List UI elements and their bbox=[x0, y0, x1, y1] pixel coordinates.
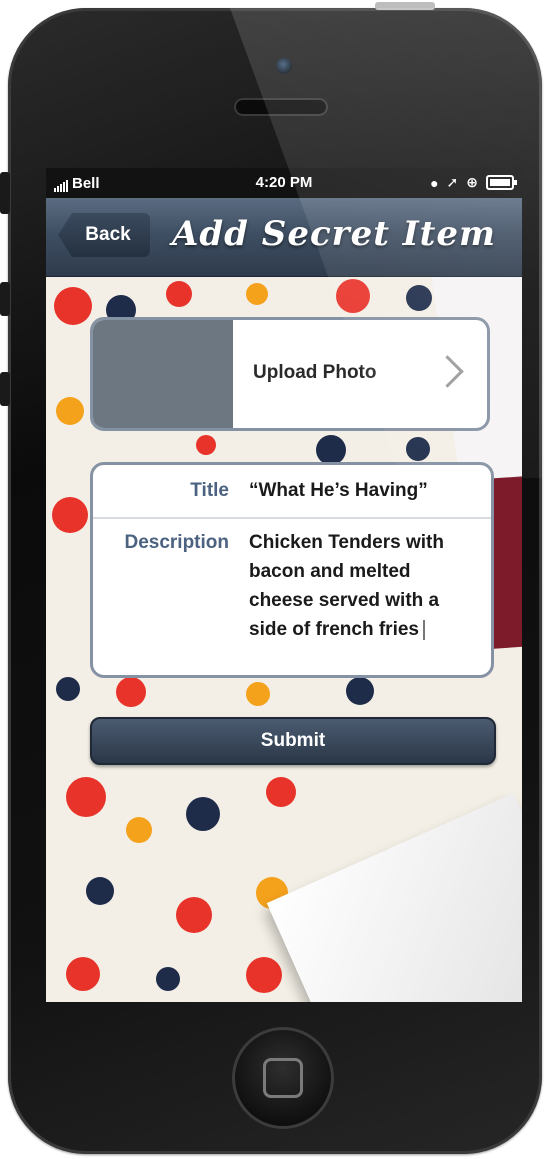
flower bbox=[246, 283, 268, 305]
flower bbox=[186, 797, 220, 831]
upload-photo-label: Upload Photo bbox=[253, 362, 377, 383]
content-area: Upload Photo Title “What He’s Having” De… bbox=[46, 277, 522, 1002]
napkin-with-cutlery bbox=[266, 793, 522, 1002]
photo-placeholder bbox=[93, 320, 233, 428]
front-camera bbox=[276, 58, 292, 74]
battery-icon bbox=[486, 175, 517, 190]
upload-photo-row[interactable]: Upload Photo bbox=[90, 317, 490, 431]
flower bbox=[126, 817, 152, 843]
navigation-bar: Back Add Secret Item bbox=[46, 198, 522, 277]
flower bbox=[86, 877, 114, 905]
flower bbox=[246, 682, 270, 706]
flower bbox=[406, 285, 432, 311]
text-cursor bbox=[423, 619, 425, 640]
flower bbox=[246, 957, 282, 993]
flower bbox=[66, 957, 100, 991]
description-field[interactable]: Chicken Tenders with bacon and melted ch… bbox=[249, 528, 479, 644]
page-title: Add Secret Item bbox=[172, 214, 496, 254]
submit-button[interactable]: Submit bbox=[90, 717, 496, 765]
flower bbox=[176, 897, 212, 933]
location-arrow-icon: ➚ bbox=[446, 174, 459, 190]
lock-rotation-icon: ● bbox=[430, 174, 439, 191]
earpiece-speaker bbox=[234, 98, 328, 116]
flower bbox=[56, 677, 80, 701]
flower bbox=[116, 677, 146, 707]
flower bbox=[266, 777, 296, 807]
app-screen: Bell 4:20 PM ● ➚ ⊕ Back Add Secret Item bbox=[46, 168, 522, 1002]
volume-up-button bbox=[0, 282, 10, 316]
flower bbox=[316, 435, 346, 465]
flower bbox=[336, 279, 370, 313]
home-square-icon bbox=[263, 1058, 303, 1098]
flower bbox=[156, 967, 180, 991]
item-form: Title “What He’s Having” Description Chi… bbox=[90, 462, 494, 678]
power-button bbox=[375, 2, 435, 10]
flower bbox=[56, 397, 84, 425]
flower bbox=[346, 677, 374, 705]
title-field[interactable]: “What He’s Having” bbox=[249, 480, 428, 502]
description-text: Chicken Tenders with bacon and melted ch… bbox=[249, 532, 444, 640]
status-icons: ● ➚ ⊕ bbox=[430, 174, 517, 191]
flower bbox=[54, 287, 92, 325]
status-bar: Bell 4:20 PM ● ➚ ⊕ bbox=[46, 168, 522, 198]
flower bbox=[196, 435, 216, 455]
title-row[interactable]: Title “What He’s Having” bbox=[93, 465, 491, 519]
description-label: Description bbox=[124, 532, 229, 553]
alarm-icon: ⊕ bbox=[466, 174, 478, 190]
flower bbox=[52, 497, 88, 533]
flower bbox=[66, 777, 106, 817]
title-label: Title bbox=[190, 480, 229, 501]
flower bbox=[406, 437, 430, 461]
mute-switch bbox=[0, 172, 10, 214]
volume-down-button bbox=[0, 372, 10, 406]
flower bbox=[166, 281, 192, 307]
back-button[interactable]: Back bbox=[58, 213, 150, 257]
chevron-right-icon bbox=[431, 355, 464, 388]
home-button[interactable] bbox=[232, 1027, 334, 1129]
